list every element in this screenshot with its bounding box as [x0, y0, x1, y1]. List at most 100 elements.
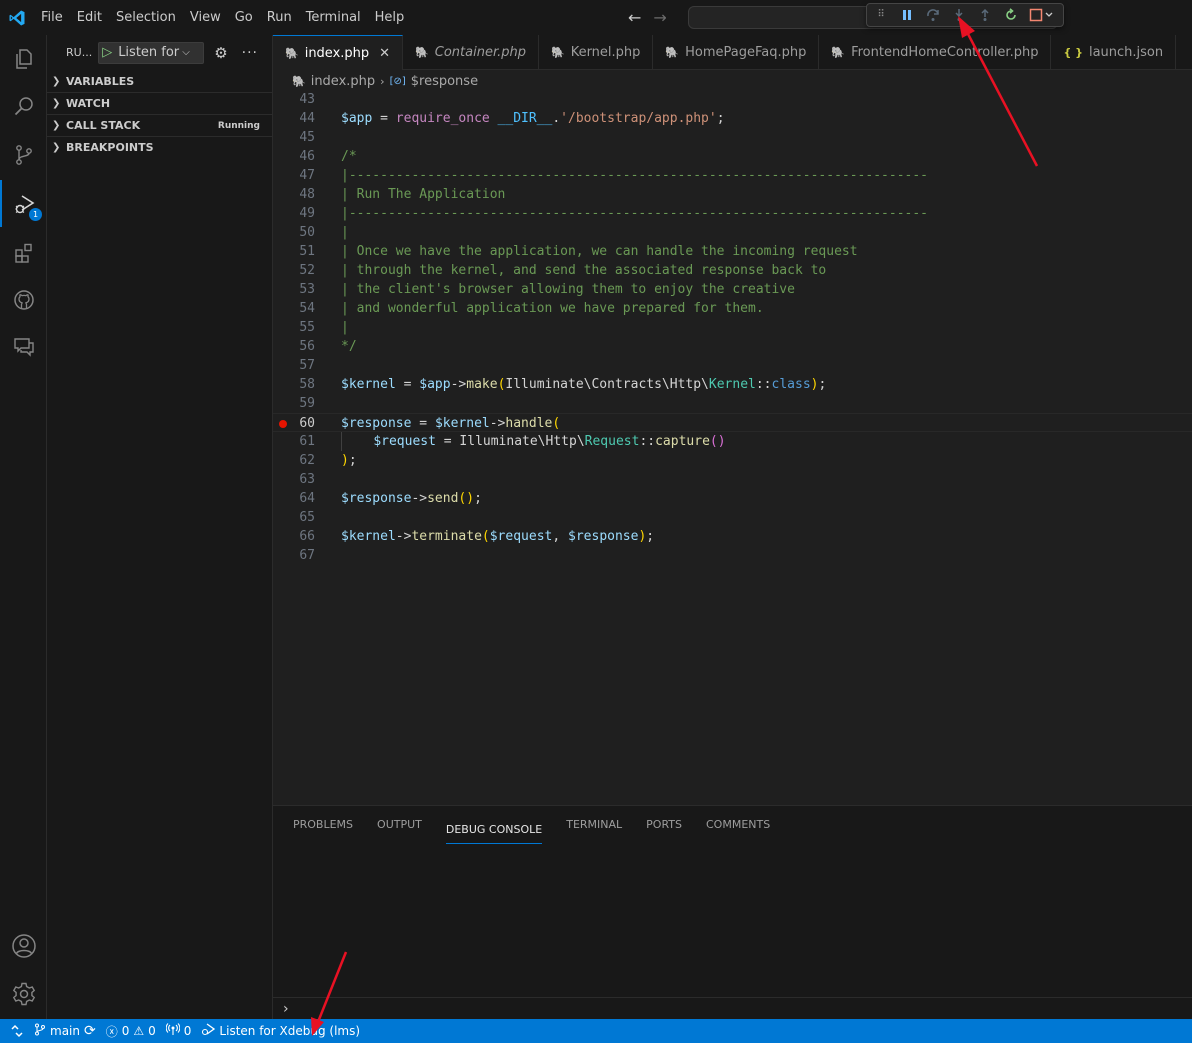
tab-frontendhomecontroller-php[interactable]: 🐘 FrontendHomeController.php [819, 35, 1052, 70]
code-token: = [411, 416, 435, 431]
step-out-icon[interactable] [977, 7, 993, 23]
close-icon[interactable]: ✕ [379, 46, 390, 61]
code-line[interactable]: 47 |-------------------------------------… [273, 166, 1192, 185]
panel-tab-output[interactable]: OUTPUT [377, 806, 422, 844]
comments-icon[interactable] [0, 323, 47, 370]
code-line[interactable]: 44 $app = require_once __DIR__.'/bootstra… [273, 109, 1192, 128]
chevron-right-icon: ❯ [52, 120, 61, 131]
section-variables[interactable]: ❯ VARIABLES [47, 70, 272, 92]
code-line[interactable]: 59 [273, 394, 1192, 413]
debug-console-input[interactable]: › [273, 997, 1192, 1019]
step-into-icon[interactable] [951, 7, 967, 23]
manage-gear-icon[interactable] [0, 970, 47, 1017]
code-line[interactable]: 64 $response->send(); [273, 489, 1192, 508]
code-line[interactable]: 58 $kernel = $app->make(Illuminate\Contra… [273, 375, 1192, 394]
panel-tab-comments[interactable]: COMMENTS [706, 806, 770, 844]
code-text: ); [341, 451, 357, 470]
code-token: $kernel [434, 416, 490, 431]
code-editor[interactable]: 43 44 $app = require_once __DIR__.'/bootst… [273, 92, 1192, 805]
code-line[interactable]: 52 | through the kernel, and send the ass… [273, 261, 1192, 280]
code-line[interactable]: 46 /* [273, 147, 1192, 166]
source-control-icon[interactable] [0, 131, 47, 178]
code-token: = Illuminate\Http\ [435, 434, 585, 449]
code-token: $kernel [341, 529, 396, 544]
remote-indicator-icon[interactable] [0, 1019, 34, 1043]
code-line[interactable]: 60 $response = $kernel->handle( [273, 413, 1192, 432]
ports-status[interactable]: 0 [165, 1023, 191, 1039]
code-line[interactable]: 62); [273, 451, 1192, 470]
code-line[interactable]: 56 */ [273, 337, 1192, 356]
go-back-icon[interactable]: ← [628, 8, 641, 27]
tab-kernel-php[interactable]: 🐘 Kernel.php [539, 35, 654, 70]
code-line[interactable]: 50 | [273, 223, 1192, 242]
section-call-stack[interactable]: ❯ CALL STACK Running [47, 114, 272, 136]
sidebar-header: RU... ▷ Listen for Xdebug ⌵ ⚙ ··· [47, 35, 272, 70]
code-line[interactable]: 53 | the client's browser allowing them t… [273, 280, 1192, 299]
code-token: . [552, 111, 561, 126]
sync-icon[interactable]: ⟳ [84, 1023, 96, 1039]
tab-index-php[interactable]: 🐘 index.php ✕ [273, 35, 404, 70]
drag-handle-icon[interactable]: ⠿ [873, 7, 889, 23]
open-launch-json-gear-icon[interactable]: ⚙ [214, 44, 227, 62]
more-actions-icon[interactable]: ··· [242, 45, 258, 61]
menu-edit[interactable]: Edit [70, 0, 109, 35]
code-line[interactable]: 43 [273, 90, 1192, 109]
code-line[interactable]: 66 $kernel->terminate($request, $response… [273, 527, 1192, 546]
run-and-debug-icon[interactable]: 1 [0, 180, 47, 227]
code-line[interactable]: 57 [273, 356, 1192, 375]
panel-tab-ports[interactable]: PORTS [646, 806, 682, 844]
stop-icon[interactable] [1029, 7, 1057, 23]
menu-go[interactable]: Go [228, 0, 260, 35]
start-debugging-icon[interactable]: ▷ [102, 45, 112, 60]
menu-help[interactable]: Help [368, 0, 412, 35]
code-line[interactable]: 48 | Run The Application [273, 185, 1192, 204]
breadcrumb-file[interactable]: index.php [311, 74, 375, 89]
run-configuration-dropdown[interactable]: ▷ Listen for Xdebug ⌵ [98, 41, 205, 64]
code-token: -> [411, 491, 428, 506]
code-line[interactable]: 55 | [273, 318, 1192, 337]
menu-run[interactable]: Run [260, 0, 299, 35]
panel-tab-problems[interactable]: PROBLEMS [293, 806, 353, 844]
code-line[interactable]: 65 [273, 508, 1192, 527]
chevron-down-icon[interactable]: ⌵ [182, 47, 190, 58]
code-token: | the client's browser allowing them to … [341, 282, 795, 297]
section-breakpoints[interactable]: ❯ BREAKPOINTS [47, 136, 272, 158]
chevron-right-icon: ❯ [52, 75, 61, 87]
code-line[interactable]: 63 [273, 470, 1192, 489]
code-line[interactable]: 61 $request = Illuminate\Http\Request::c… [273, 432, 1192, 451]
menu-terminal[interactable]: Terminal [299, 0, 368, 35]
pause-icon[interactable] [899, 7, 915, 23]
panel-tab-debug-console[interactable]: DEBUG CONSOLE [445, 816, 543, 844]
code-text: $response = $kernel->handle( [341, 414, 560, 433]
code-line[interactable]: 54 | and wonderful application we have pr… [273, 299, 1192, 318]
code-line[interactable]: 49 |-------------------------------------… [273, 204, 1192, 223]
restart-icon[interactable] [1003, 7, 1019, 23]
branch-status[interactable]: main ⟳ [34, 1023, 96, 1039]
tab-launch-json[interactable]: { } launch.json [1051, 35, 1177, 70]
menu-selection[interactable]: Selection [109, 0, 183, 35]
section-watch[interactable]: ❯ WATCH [47, 92, 272, 114]
code-token: = [395, 377, 420, 392]
step-over-icon[interactable] [925, 7, 941, 23]
panel-tab-terminal[interactable]: TERMINAL [566, 806, 622, 844]
code-line[interactable]: 67 [273, 546, 1192, 565]
php-file-icon: 🐘 [831, 46, 846, 59]
code-token: ; [474, 491, 482, 506]
go-forward-icon[interactable]: → [653, 8, 666, 27]
tab-container-php[interactable]: 🐘 Container.php [403, 35, 539, 70]
search-icon[interactable] [0, 82, 47, 129]
accounts-icon[interactable] [0, 922, 47, 969]
breadcrumb-symbol[interactable]: $response [411, 74, 478, 89]
explorer-icon[interactable] [0, 35, 47, 82]
problems-status[interactable]: ⓧ 0 ⚠ 0 [106, 1023, 156, 1040]
github-icon[interactable] [0, 276, 47, 323]
tab-homepagefaq-php[interactable]: 🐘 HomePageFaq.php [653, 35, 820, 70]
code-line[interactable]: 51 | Once we have the application, we can… [273, 242, 1192, 261]
code-token: :: [639, 434, 656, 449]
extensions-icon[interactable] [0, 229, 47, 276]
menu-view[interactable]: View [183, 0, 228, 35]
code-token: $app [341, 111, 373, 126]
code-line[interactable]: 45 [273, 128, 1192, 147]
debug-config-status[interactable]: Listen for Xdebug (lms) [201, 1023, 360, 1039]
menu-file[interactable]: File [34, 0, 70, 35]
